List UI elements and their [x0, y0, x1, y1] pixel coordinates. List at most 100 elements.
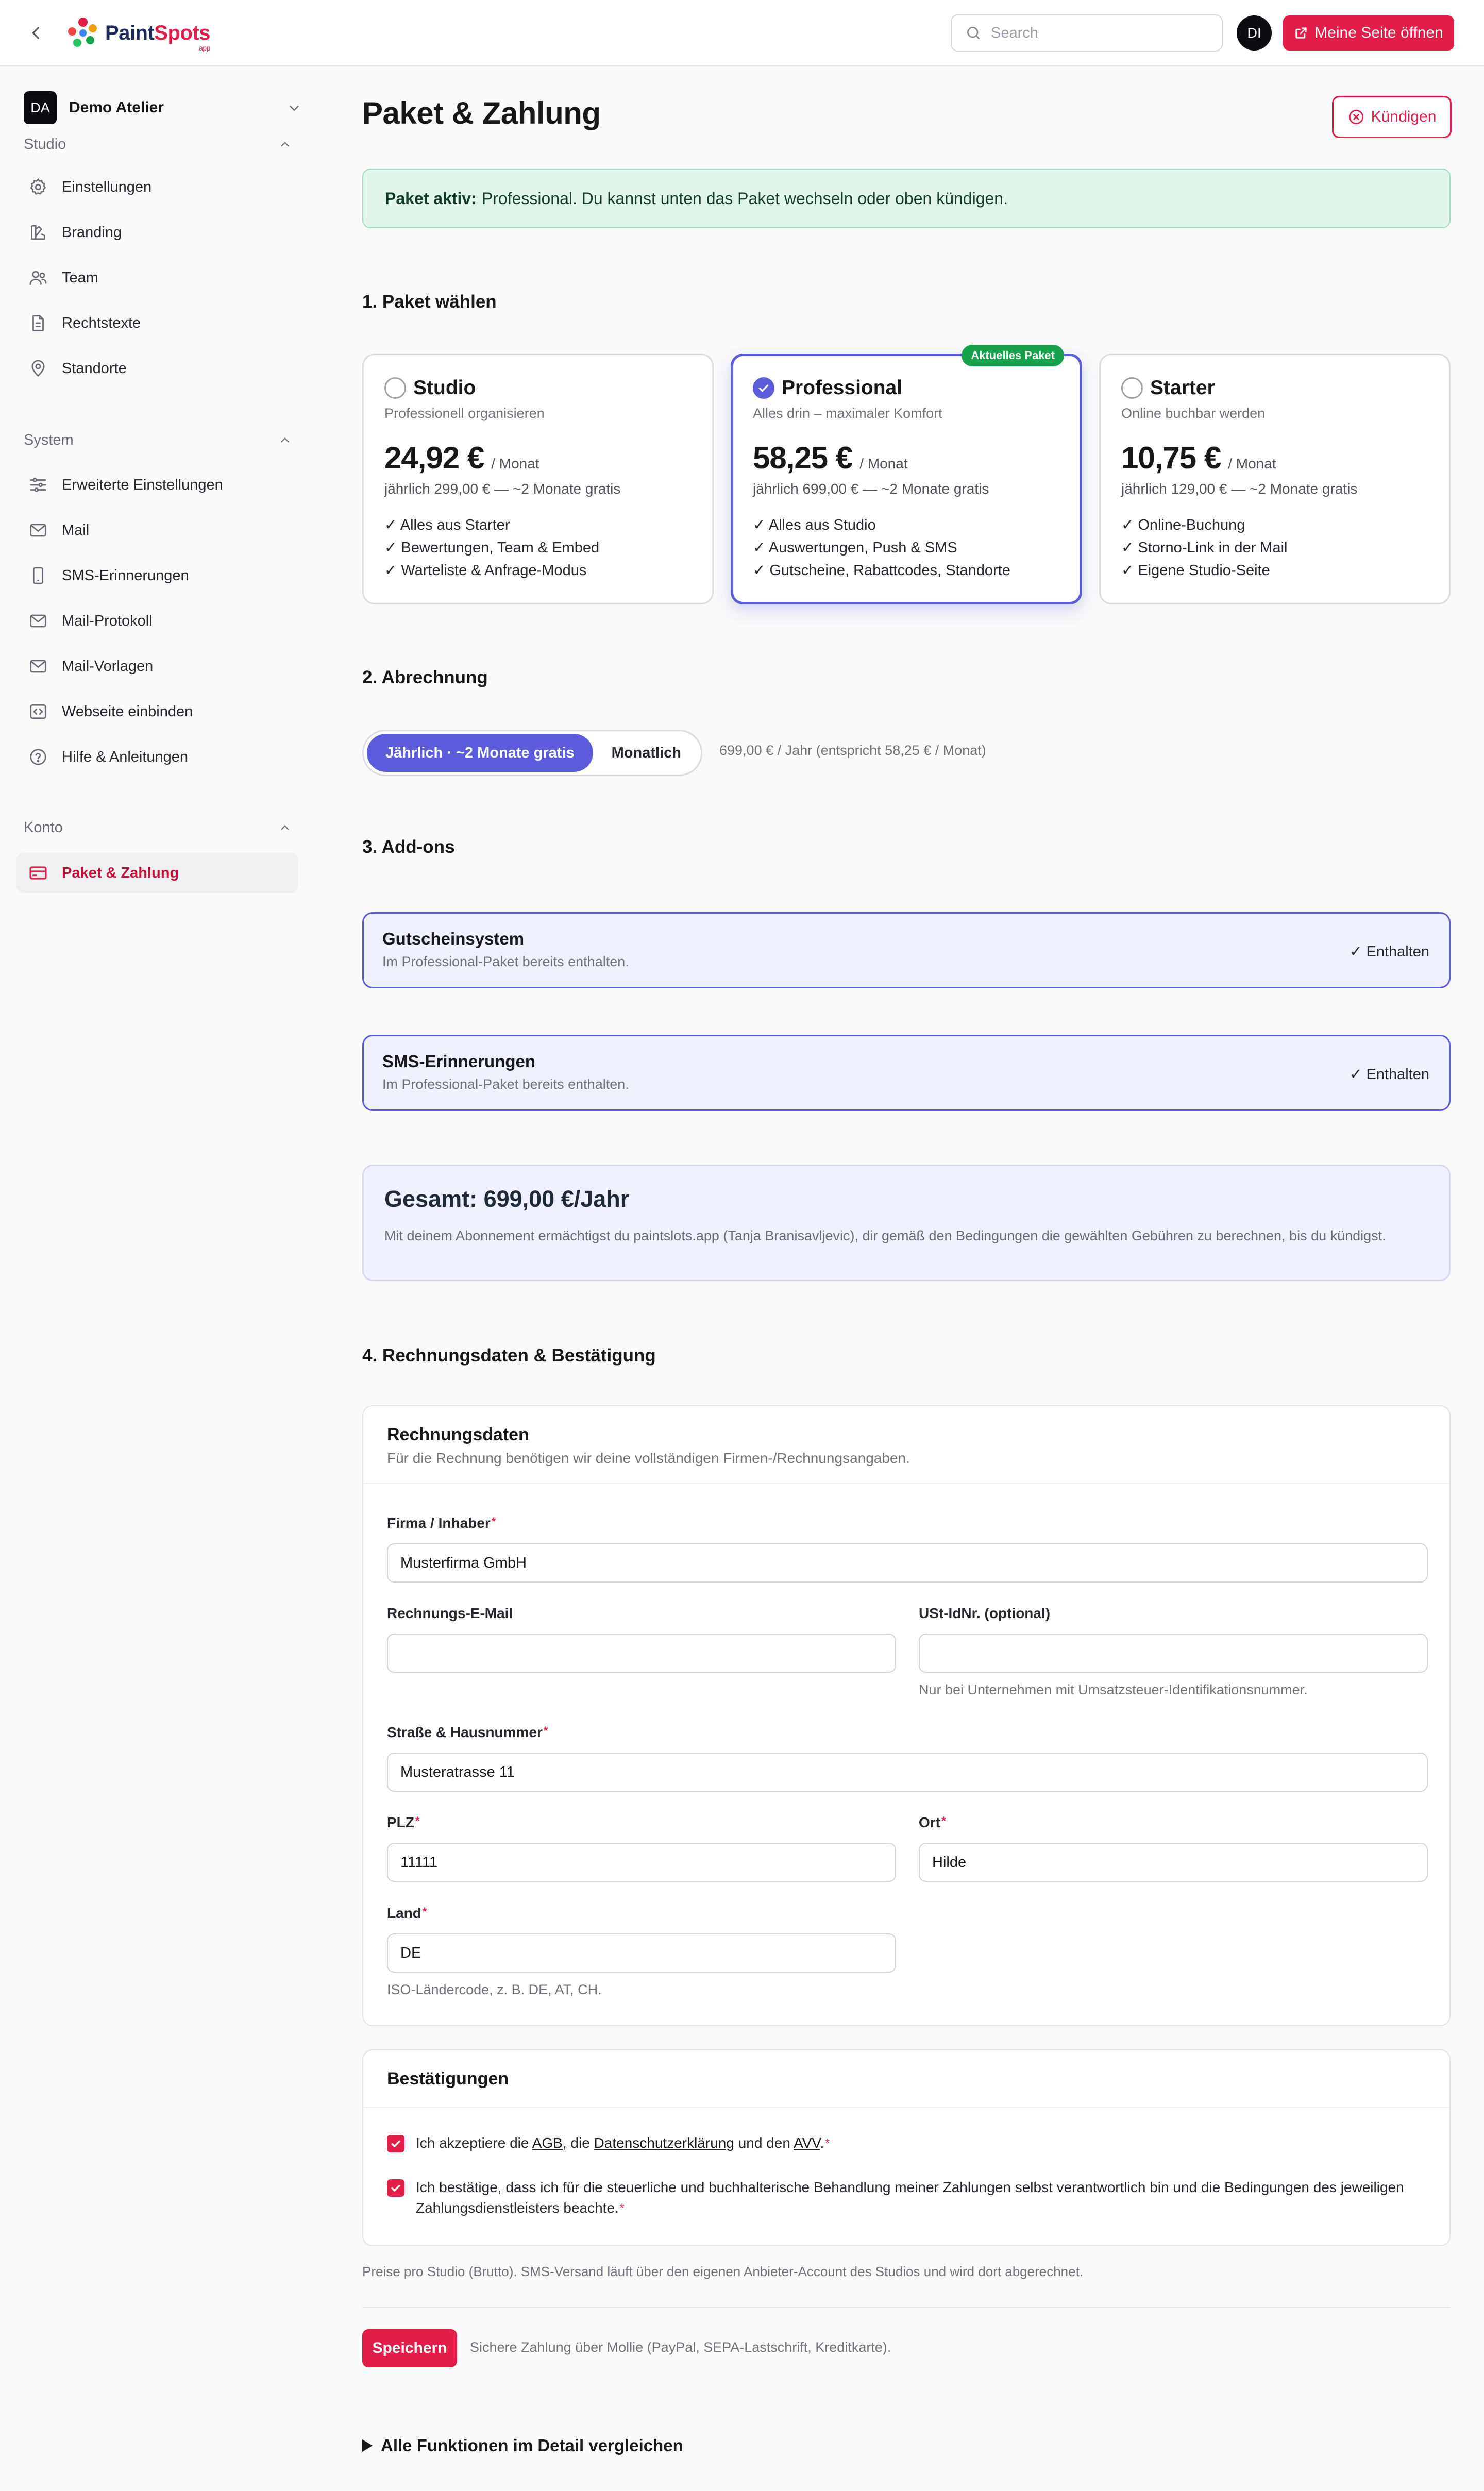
logo-text-paint: Paint: [105, 21, 155, 44]
city-field[interactable]: [919, 1843, 1428, 1882]
plan-card-professional[interactable]: Aktuelles Paket Professional Alles drin …: [731, 345, 1082, 604]
sidebar-item-label: Branding: [62, 224, 122, 241]
top-bar: PaintSpots.app DI Meine Seite öffnen: [0, 0, 1484, 66]
plan-price: 10,75 € / Monat: [1121, 440, 1428, 476]
zip-field[interactable]: [387, 1843, 896, 1882]
addon-title: SMS-Erinnerungen: [382, 1052, 536, 1071]
sidebar-item-paket-zahlung[interactable]: Paket & Zahlung: [16, 853, 298, 893]
nav-group-title: Studio: [24, 136, 66, 153]
sidebar-item-sms-erinnerungen[interactable]: SMS-Erinnerungen: [16, 556, 298, 596]
current-plan-badge: Aktuelles Paket: [962, 345, 1064, 366]
x-circle-icon: [1348, 109, 1363, 125]
billing-option-monthly[interactable]: Monatlich: [593, 734, 700, 772]
search-input[interactable]: [991, 24, 1207, 42]
cancel-subscription-button[interactable]: Kündigen: [1332, 96, 1452, 138]
tax-confirmation-label: Ich bestätige, dass ich für die steuerli…: [416, 2179, 1404, 2216]
privacy-policy-link[interactable]: Datenschutzerklärung: [594, 2135, 734, 2151]
external-link-icon: [1295, 27, 1307, 39]
nav-group-title: Konto: [24, 819, 63, 836]
alert-strong-text: Paket aktiv:: [385, 189, 477, 208]
compare-features-toggle[interactable]: Alle Funktionen im Detail vergleichen: [362, 2436, 683, 2455]
section-heading-plans: 1. Paket wählen: [362, 292, 497, 312]
plan-radio[interactable]: [1121, 377, 1143, 399]
app-logo[interactable]: PaintSpots .app: [66, 13, 210, 53]
sidebar-item-standorte[interactable]: Standorte: [16, 348, 298, 389]
nav-group-konto[interactable]: Konto: [24, 815, 292, 840]
sidebar-item-erweiterte-einstellungen[interactable]: Erweiterte Einstellungen: [16, 465, 298, 505]
plan-feature: ✓ Warteliste & Anfrage-Modus: [384, 562, 587, 579]
invoice-email-field[interactable]: [387, 1634, 896, 1673]
addon-gutscheinsystem: Gutscheinsystem Im Professional-Paket be…: [362, 912, 1451, 988]
zip-label: PLZ*: [387, 1814, 419, 1831]
total-summary: Gesamt: 699,00 €/Jahr Mit deinem Abonnem…: [362, 1165, 1451, 1281]
total-title: Gesamt: 699,00 €/Jahr: [384, 1186, 630, 1212]
plan-feature: ✓ Alles aus Starter: [384, 517, 510, 533]
section-heading-billing: 2. Abrechnung: [362, 667, 488, 687]
sidebar-item-team[interactable]: Team: [16, 258, 298, 298]
sidebar-item-mail-protokoll[interactable]: Mail-Protokoll: [16, 601, 298, 641]
zip-label-text: PLZ: [387, 1814, 414, 1830]
tax-confirmation-row[interactable]: Ich bestätige, dass ich für die steuerli…: [387, 2177, 1428, 2218]
user-avatar[interactable]: DI: [1237, 15, 1272, 51]
plan-price: 58,25 € / Monat: [753, 440, 1060, 476]
country-field[interactable]: [387, 1933, 896, 1973]
plan-feature: ✓ Storno-Link in der Mail: [1121, 540, 1288, 556]
plan-name: Starter: [1150, 377, 1215, 399]
country-label-text: Land: [387, 1905, 421, 1921]
mail-template-icon: [26, 654, 50, 679]
plan-price-amount: 24,92 €: [384, 441, 484, 475]
plan-card-starter[interactable]: Starter Online buchbar werden 10,75 € / …: [1099, 354, 1451, 604]
nav-group-system[interactable]: System: [24, 427, 292, 453]
invoice-email-label-text: Rechnungs-E-Mail: [387, 1605, 513, 1621]
plan-yearly-price: jährlich 699,00 € — ~2 Monate gratis: [753, 481, 989, 497]
street-label: Straße & Hausnummer*: [387, 1724, 548, 1741]
plan-feature-list: ✓ Alles aus Starter ✓ Bewertungen, Team …: [384, 514, 692, 582]
gear-icon: [26, 175, 50, 199]
plan-header: Professional: [753, 377, 1060, 399]
country-label: Land*: [387, 1905, 427, 1922]
terms-checkbox-row[interactable]: Ich akzeptiere die AGB, die Datenschutze…: [387, 2133, 1428, 2153]
studio-avatar: DA: [24, 91, 57, 124]
plan-radio[interactable]: [753, 377, 774, 399]
chevron-up-icon: [281, 825, 289, 830]
agb-link[interactable]: AGB: [532, 2135, 563, 2151]
company-field[interactable]: [387, 1543, 1428, 1583]
plan-card-studio[interactable]: Studio Professionell organisieren 24,92 …: [362, 354, 714, 604]
sidebar-item-mail-vorlagen[interactable]: Mail-Vorlagen: [16, 646, 298, 686]
plan-price-period: / Monat: [1228, 456, 1276, 472]
terms-checkbox[interactable]: [387, 2135, 404, 2152]
sidebar-item-rechtstexte[interactable]: Rechtstexte: [16, 303, 298, 343]
pricing-footnote: Preise pro Studio (Brutto). SMS-Versand …: [362, 2264, 1084, 2279]
sidebar-item-webseite-einbinden[interactable]: Webseite einbinden: [16, 692, 298, 732]
required-marker: *: [941, 1814, 946, 1827]
nav-group-studio[interactable]: Studio: [24, 131, 292, 157]
plan-name: Studio: [413, 377, 476, 399]
sidebar-item-mail[interactable]: Mail: [16, 510, 298, 550]
plan-radio[interactable]: [384, 377, 406, 399]
billing-price-note: 699,00 € / Jahr (entspricht 58,25 € / Mo…: [719, 743, 986, 758]
search-icon: [967, 27, 980, 39]
plan-yearly-price: jährlich 129,00 € — ~2 Monate gratis: [1121, 481, 1358, 497]
save-button[interactable]: Speichern: [362, 2329, 457, 2367]
search-box[interactable]: [951, 14, 1223, 52]
required-marker: *: [543, 1724, 548, 1737]
avv-link[interactable]: AVV: [794, 2135, 820, 2151]
plan-yearly-price: jährlich 299,00 € — ~2 Monate gratis: [384, 481, 621, 497]
page-title: Paket & Zahlung: [362, 96, 601, 130]
sidebar-item-label: Einstellungen: [62, 178, 152, 195]
sidebar-item-label: SMS-Erinnerungen: [62, 567, 189, 584]
street-field[interactable]: [387, 1753, 1428, 1792]
sidebar-item-label: Rechtstexte: [62, 314, 141, 331]
open-my-page-button[interactable]: Meine Seite öffnen: [1283, 15, 1454, 51]
vat-id-field[interactable]: [919, 1634, 1428, 1673]
tax-confirmation-checkbox[interactable]: [387, 2179, 404, 2197]
studio-switcher[interactable]: DA Demo Atelier: [24, 87, 302, 128]
billing-option-yearly[interactable]: Jährlich · ~2 Monate gratis: [367, 734, 593, 772]
plan-feature: ✓ Bewertungen, Team & Embed: [384, 540, 600, 556]
check-icon: [391, 2184, 400, 2192]
back-button[interactable]: [23, 20, 49, 46]
sidebar-item-branding[interactable]: Branding: [16, 212, 298, 253]
sidebar-item-hilfe[interactable]: Hilfe & Anleitungen: [16, 737, 298, 777]
phone-icon: [26, 563, 50, 588]
sidebar-item-einstellungen[interactable]: Einstellungen: [16, 167, 298, 207]
